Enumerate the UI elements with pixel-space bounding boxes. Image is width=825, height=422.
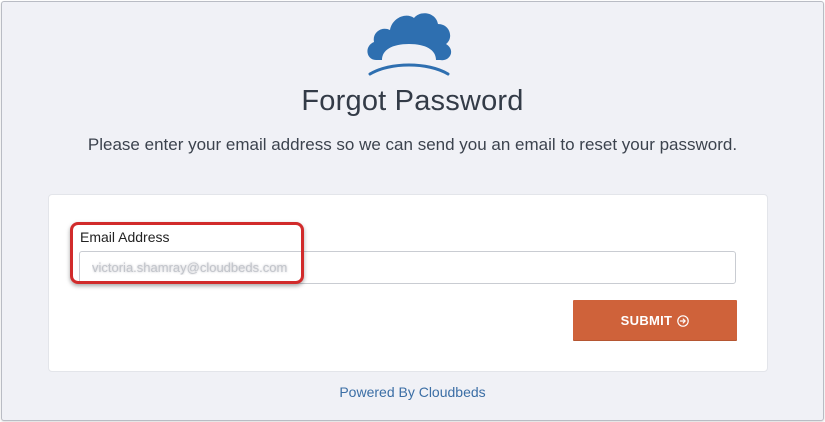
forgot-password-form: Email Address SUBMIT bbox=[48, 194, 768, 372]
email-input[interactable] bbox=[79, 251, 736, 284]
powered-by-link[interactable]: Powered By Cloudbeds bbox=[339, 384, 485, 400]
powered-by-footer: Powered By Cloudbeds bbox=[2, 384, 823, 400]
forgot-password-page: Forgot Password Please enter your email … bbox=[1, 1, 824, 421]
page-title: Forgot Password bbox=[301, 85, 524, 117]
submit-button-label: SUBMIT bbox=[620, 313, 673, 328]
submit-button[interactable]: SUBMIT bbox=[573, 300, 737, 341]
page-subtitle: Please enter your email address so we ca… bbox=[87, 135, 738, 154]
email-label: Email Address bbox=[80, 229, 170, 245]
cloudbeds-logo-icon bbox=[367, 13, 452, 76]
arrow-circle-right-icon bbox=[677, 314, 690, 327]
